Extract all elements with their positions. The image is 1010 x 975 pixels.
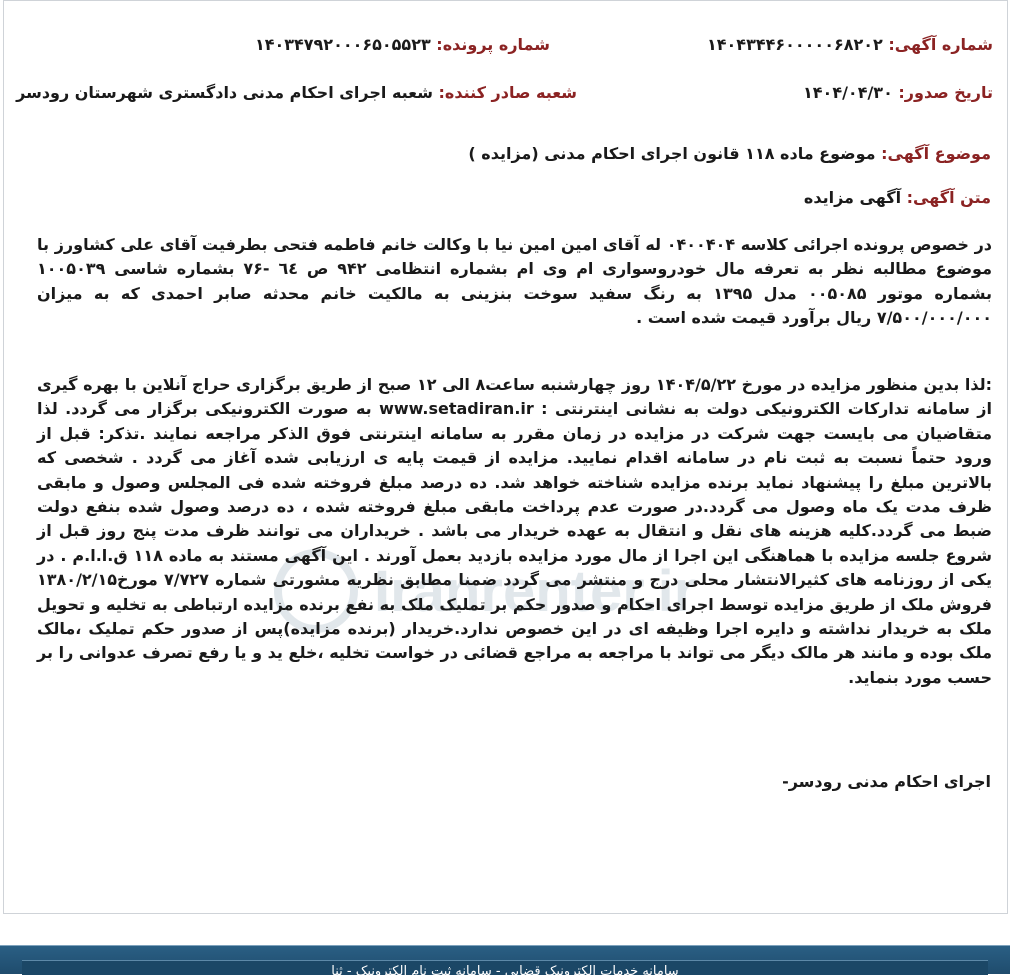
issuer: شعبه اجرای احکام مدنی دادگستری شهرستان ر… — [16, 83, 433, 102]
case-number-row: شماره پرونده: ۱۴۰۳۴۷۹۲۰۰۰۶۵۰۵۵۲۳ — [255, 35, 550, 55]
notice-panel: شماره آگهی: ۱۴۰۴۳۴۴۶۰۰۰۰۰۶۸۲۰۲ شماره پرو… — [3, 0, 1008, 914]
notice-number-row: شماره آگهی: ۱۴۰۴۳۴۴۶۰۰۰۰۰۶۸۲۰۲ — [707, 35, 993, 55]
issuer-row: شعبه صادر کننده: شعبه اجرای احکام مدنی د… — [16, 83, 577, 103]
body-paragraph-property: در خصوص پرونده اجرائی کلاسه ۰۴۰۰۴۰۴ له آ… — [37, 235, 993, 328]
notice-text-title: آگهی مزایده — [803, 188, 902, 207]
case-number-label: شماره پرونده: — [436, 35, 550, 54]
footer-text: سامانه خدمات الکترونیک قضایی - سامانه ثب… — [331, 964, 679, 975]
notice-body: در خصوص پرونده اجرائی کلاسه ۰۴۰۰۴۰۴ له آ… — [37, 233, 992, 331]
issue-date-row: تاریخ صدور: ۱۴۰۴/۰۴/۳۰ — [803, 83, 993, 103]
signature: اجرای احکام مدنی رودسر- — [782, 772, 991, 791]
notice-number: ۱۴۰۴۳۴۴۶۰۰۰۰۰۶۸۲۰۲ — [707, 35, 883, 54]
issuer-label: شعبه صادر کننده: — [438, 83, 577, 102]
notice-text-row: متن آگهی: آگهی مزایده — [804, 188, 991, 208]
notice-body-auction: :لذا بدین منظور مزایده در مورخ ۱۴۰۴/۵/۲۲… — [37, 373, 992, 690]
footer-bar: سامانه خدمات الکترونیک قضایی - سامانه ثب… — [0, 945, 1010, 975]
issue-date-label: تاریخ صدور: — [898, 83, 993, 102]
issue-date: ۱۴۰۴/۰۴/۳۰ — [803, 83, 893, 102]
subject-label: موضوع آگهی: — [881, 144, 991, 163]
subject: موضوع ماده ۱۱۸ قانون اجرای احکام مدنی (م… — [468, 144, 876, 163]
notice-text-label: متن آگهی: — [906, 188, 991, 207]
subject-row: موضوع آگهی: موضوع ماده ۱۱۸ قانون اجرای ا… — [468, 144, 991, 164]
body-paragraph-auction: :لذا بدین منظور مزایده در مورخ ۱۴۰۴/۵/۲۲… — [37, 375, 993, 687]
case-number: ۱۴۰۳۴۷۹۲۰۰۰۶۵۰۵۵۲۳ — [254, 35, 431, 54]
notice-number-label: شماره آگهی: — [888, 35, 993, 54]
